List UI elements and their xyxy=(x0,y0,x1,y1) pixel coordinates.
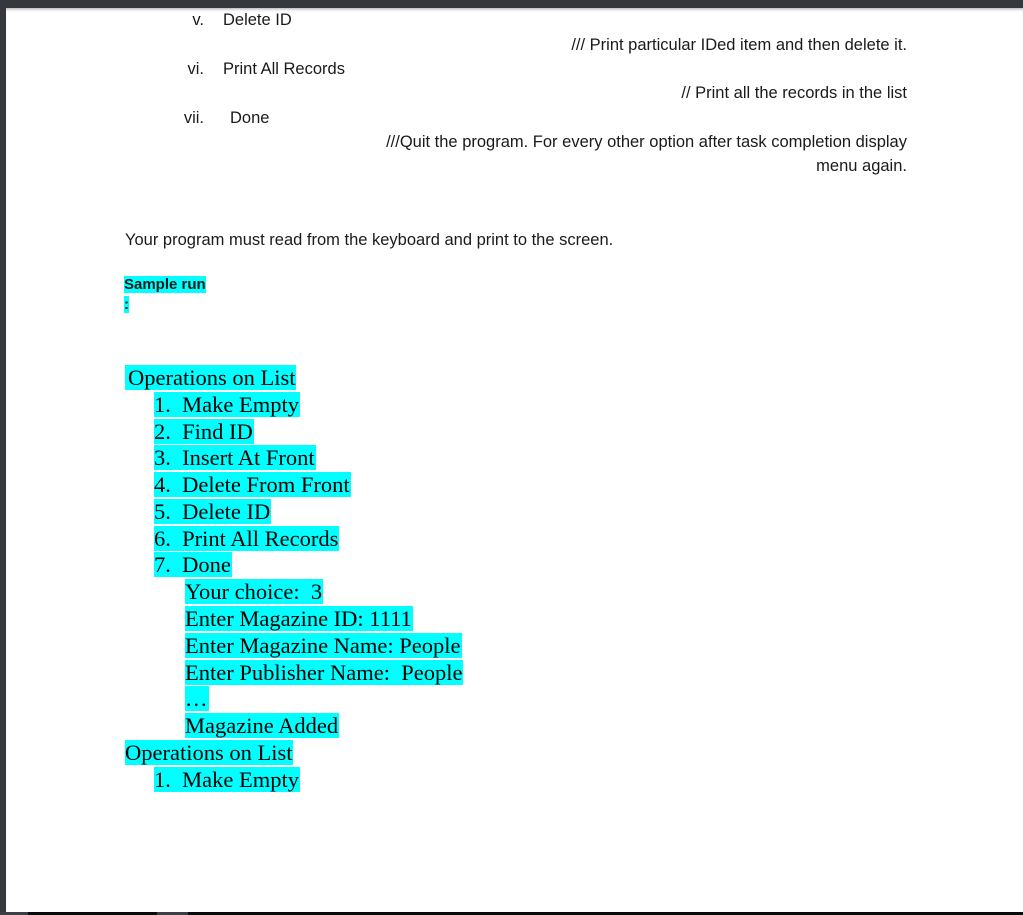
console-line: Enter Magazine ID: 1111 xyxy=(185,606,413,633)
menu-item-label: Print All Records xyxy=(223,60,345,78)
console-option: 7. Done xyxy=(154,552,232,579)
console-option: 4. Delete From Front xyxy=(154,472,351,499)
console-line-text: Enter Magazine Name: People xyxy=(185,633,462,658)
console-option: 1. Make Empty xyxy=(154,767,300,794)
document-page: v. Delete ID /// Print particular IDed i… xyxy=(6,8,1023,912)
console-title-text: Operations on List xyxy=(125,740,294,765)
console-option-text: 5. Delete ID xyxy=(154,499,272,524)
console-title-text: Operations on List xyxy=(125,365,297,390)
menu-item-comment: /// Print particular IDed item and then … xyxy=(571,36,907,54)
console-option-text: 3. Insert At Front xyxy=(154,445,316,470)
console-option: 5. Delete ID xyxy=(154,499,272,526)
console-option-text: 1. Make Empty xyxy=(154,767,300,792)
console-line: Enter Magazine Name: People xyxy=(185,633,462,660)
console-option-text: 2. Find ID xyxy=(154,419,254,444)
menu-item-numeral: v. xyxy=(192,11,204,29)
console-line: Magazine Added xyxy=(185,713,340,740)
console-option-text: 1. Make Empty xyxy=(154,392,300,417)
console-line-text: Enter Magazine ID: 1111 xyxy=(185,606,413,631)
console-option: 3. Insert At Front xyxy=(154,445,316,472)
sample-run-colon: : xyxy=(124,295,129,315)
console-line-text: Enter Publisher Name: People xyxy=(185,660,464,685)
menu-item-comment: // Print all the records in the list xyxy=(681,84,907,102)
sample-run-colon-text: : xyxy=(124,296,129,313)
console-ellipsis: … xyxy=(185,686,209,711)
sample-run-heading-text: Sample run xyxy=(124,276,206,293)
console-option: 1. Make Empty xyxy=(154,392,300,419)
sample-run-heading: Sample run xyxy=(124,275,206,295)
console-option: 2. Find ID xyxy=(154,419,254,446)
menu-item-comment-continued: menu again. xyxy=(816,157,907,175)
console-title: Operations on List xyxy=(125,365,297,392)
console-line: Your choice: 3 xyxy=(185,579,324,606)
console-option-text: 7. Done xyxy=(154,552,232,577)
menu-item-numeral: vi. xyxy=(187,60,205,78)
console-line: … xyxy=(185,686,209,713)
console-title: Operations on List xyxy=(125,740,294,767)
menu-item-numeral: vii. xyxy=(183,109,204,127)
console-option: 6. Print All Records xyxy=(154,526,340,553)
console-line-text: Your choice: 3 xyxy=(185,579,324,604)
console-line-text: Magazine Added xyxy=(185,713,340,738)
instruction-text: Your program must read from the keyboard… xyxy=(125,231,614,249)
menu-item-label: Delete ID xyxy=(223,11,292,29)
console-option-text: 6. Print All Records xyxy=(154,526,340,551)
console-option-text: 4. Delete From Front xyxy=(154,472,351,497)
menu-item-label: Done xyxy=(230,109,270,127)
console-line: Enter Publisher Name: People xyxy=(185,660,464,687)
menu-item-comment: ///Quit the program. For every other opt… xyxy=(386,133,907,151)
